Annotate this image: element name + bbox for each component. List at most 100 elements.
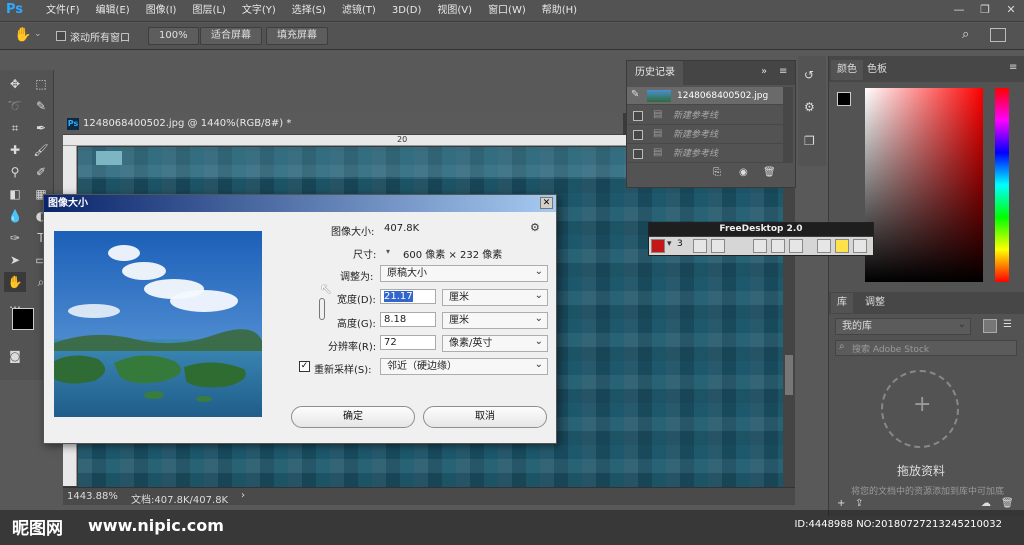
link-chain-icon[interactable] <box>319 298 325 320</box>
tab-adjustments[interactable]: 调整 <box>859 293 891 313</box>
blur-tool-icon[interactable]: 💧 <box>4 206 26 226</box>
upload-icon[interactable]: ⇪ <box>855 498 863 509</box>
foreground-color-swatch[interactable] <box>837 92 851 106</box>
menu-window[interactable]: 窗口(W) <box>480 0 534 22</box>
fill-screen-button[interactable]: 填充屏幕 <box>266 27 328 45</box>
zoom-readout[interactable]: 1443.88% <box>67 491 118 502</box>
history-panel-icon[interactable]: ↺ <box>804 68 814 82</box>
history-snapshot[interactable]: ✎ 1248068400502.jpg <box>627 87 783 105</box>
quick-select-tool-icon[interactable]: ✎ <box>30 96 52 116</box>
resolution-unit-select[interactable]: 像素/英寸 <box>442 334 548 352</box>
cloud-icon[interactable]: ☁ <box>981 498 991 509</box>
height-unit-select[interactable]: 厘米 <box>442 311 548 329</box>
search-icon[interactable]: ⌕ <box>962 27 969 42</box>
foreground-color-swatch[interactable] <box>12 308 34 330</box>
resample-select[interactable]: 邻近（硬边缘） <box>380 357 548 375</box>
menu-view[interactable]: 视图(V) <box>429 0 480 22</box>
rectangle-icon[interactable] <box>711 239 725 253</box>
width-field[interactable]: 21.17 <box>380 289 436 304</box>
hand-tool-icon[interactable]: ✋ <box>14 27 31 43</box>
brush-tool-icon[interactable]: 🖌 <box>30 140 52 160</box>
new-document-icon[interactable]: ⎘ <box>713 167 721 178</box>
history-scrollbar[interactable] <box>783 87 793 163</box>
resolution-field[interactable]: 72 <box>380 335 436 350</box>
menu-filter[interactable]: 滤镜(T) <box>334 0 384 22</box>
chevron-down-icon[interactable]: ▾ <box>386 247 390 256</box>
zoom-100-button[interactable]: 100% <box>148 27 199 45</box>
grid-view-icon[interactable] <box>983 319 997 333</box>
minimize-button[interactable]: — <box>946 0 972 20</box>
history-item-checkbox[interactable] <box>633 149 643 159</box>
menu-image[interactable]: 图像(I) <box>138 0 185 22</box>
collapse-icon[interactable]: » <box>761 66 767 77</box>
width-unit-select[interactable]: 厘米 <box>442 288 548 306</box>
stepper-icon[interactable] <box>693 239 707 253</box>
trash-icon[interactable]: 🗑 <box>1001 498 1014 509</box>
drop-zone-circle[interactable]: + <box>881 370 959 448</box>
menu-layer[interactable]: 图层(L) <box>184 0 233 22</box>
document-tab[interactable]: Ps 1248068400502.jpg @ 1440%(RGB/8#) * <box>63 113 623 135</box>
library-select[interactable]: 我的库 <box>835 317 971 335</box>
cursor-icon[interactable] <box>853 239 867 253</box>
history-item[interactable]: ▤ 新建参考线 <box>627 107 783 125</box>
resample-checkbox[interactable]: ✓ <box>299 361 310 372</box>
fit-to-select[interactable]: 原稿大小 <box>380 264 548 282</box>
dialog-titlebar[interactable]: 图像大小 ✕ <box>44 195 556 212</box>
ok-button[interactable]: 确定 <box>291 406 415 428</box>
tab-history[interactable]: 历史记录 <box>627 61 683 85</box>
fit-screen-button[interactable]: 适合屏幕 <box>200 27 262 45</box>
color-field[interactable] <box>865 88 983 282</box>
pen-tool-icon[interactable]: ✑ <box>4 228 26 248</box>
hand-tool-icon[interactable]: ✋ <box>4 272 26 292</box>
marker-icon[interactable] <box>771 239 785 253</box>
history-item[interactable]: ▤ 新建参考线 <box>627 145 783 163</box>
chevron-down-icon[interactable]: ▾ <box>667 239 672 249</box>
marquee-tool-icon[interactable]: ⬚ <box>30 74 52 94</box>
menu-3d[interactable]: 3D(D) <box>384 0 430 22</box>
menu-file[interactable]: 文件(F) <box>38 0 88 22</box>
tab-swatches[interactable]: 色板 <box>861 60 893 80</box>
history-item-checkbox[interactable] <box>633 130 643 140</box>
lightbulb-icon[interactable] <box>835 239 849 253</box>
gear-icon[interactable]: ⚙ <box>530 221 540 234</box>
history-item[interactable]: ▤ 新建参考线 <box>627 126 783 144</box>
menu-type[interactable]: 文字(Y) <box>234 0 284 22</box>
tab-library[interactable]: 库 <box>831 293 853 313</box>
close-button[interactable]: ✕ <box>998 0 1024 20</box>
chevron-right-icon[interactable]: › <box>241 490 245 501</box>
height-field[interactable]: 8.18 <box>380 312 436 327</box>
panel-menu-icon[interactable]: ≡ <box>779 66 787 77</box>
layers-panel-icon[interactable]: ❐ <box>804 134 815 148</box>
doc-size-readout[interactable]: 文档:407.8K/407.8K <box>131 491 228 506</box>
quick-mask-icon[interactable]: ◙ <box>4 346 26 366</box>
chevron-down-icon[interactable]: ⌄ <box>34 29 42 39</box>
eraser-icon[interactable] <box>789 239 803 253</box>
scroll-all-checkbox[interactable] <box>56 31 66 41</box>
move-tool-icon[interactable]: ✥ <box>4 74 26 94</box>
tab-color[interactable]: 颜色 <box>831 60 863 80</box>
restore-button[interactable]: ❐ <box>972 0 998 20</box>
dialog-close-button[interactable]: ✕ <box>540 197 553 209</box>
workspace-icon[interactable] <box>990 28 1006 42</box>
image-preview[interactable] <box>54 231 262 417</box>
menu-help[interactable]: 帮助(H) <box>534 0 585 22</box>
menu-edit[interactable]: 编辑(E) <box>88 0 138 22</box>
path-select-tool-icon[interactable]: ➤ <box>4 250 26 270</box>
pointer-icon[interactable] <box>817 239 831 253</box>
history-brush-tool-icon[interactable]: ✐ <box>30 162 52 182</box>
properties-panel-icon[interactable]: ⚙ <box>804 100 815 114</box>
pen-width-value[interactable]: 3 <box>677 239 683 249</box>
list-view-icon[interactable]: ☰ <box>1003 319 1012 330</box>
camera-icon[interactable]: ◉ <box>739 167 748 178</box>
history-item-checkbox[interactable] <box>633 111 643 121</box>
panel-menu-icon[interactable]: ≡ <box>1009 62 1017 73</box>
hue-slider[interactable] <box>995 88 1009 282</box>
pencil-icon[interactable] <box>753 239 767 253</box>
crop-tool-icon[interactable]: ⌗ <box>4 118 26 138</box>
eraser-tool-icon[interactable]: ◧ <box>4 184 26 204</box>
lasso-tool-icon[interactable]: ➰ <box>4 96 26 116</box>
eyedropper-tool-icon[interactable]: ✒ <box>30 118 52 138</box>
healing-tool-icon[interactable]: ✚ <box>4 140 26 160</box>
scroll-thumb[interactable] <box>785 355 793 395</box>
cancel-button[interactable]: 取消 <box>423 406 547 428</box>
